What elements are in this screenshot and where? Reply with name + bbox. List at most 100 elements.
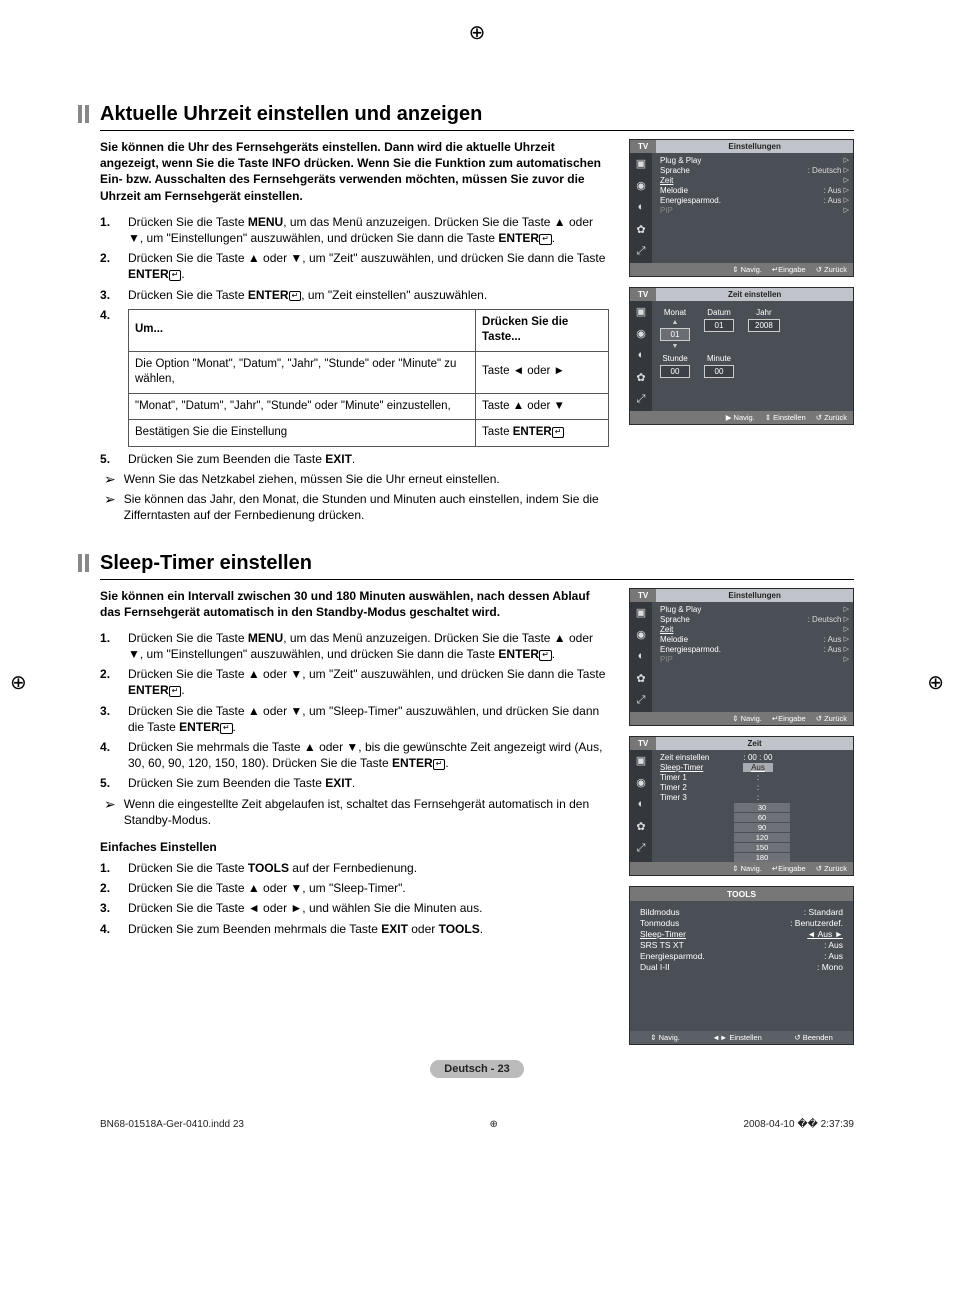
input-icon: ⤢ [637,694,646,708]
osd-icon-column: ▣ ◉ ◐ ✿ ⤢ [630,153,652,263]
date-row: Monat▲01▼Datum01Jahr2008 [660,308,849,350]
osd-footer: ⇕ Navig.↵Eingabe↺ Zurück [630,862,853,875]
osd-main: Zeit einstellen: 00 : 00Sleep-TimerAusTi… [652,750,853,862]
step-3: Drücken Sie die Taste ▲ oder ▼, um "Slee… [100,703,609,735]
osd-main: Monat▲01▼Datum01Jahr2008 Stunde00Minute0… [652,301,853,411]
section-1-intro: Sie können die Uhr des Fernsehgeräts ein… [100,139,609,204]
section-1-text: Sie können die Uhr des Fernsehgeräts ein… [100,139,609,524]
channel-icon: ◐ [638,201,645,215]
setup-icon: ✿ [636,223,645,237]
crop-mark-bottom: ⊕ [490,1119,498,1130]
sound-icon: ◉ [636,628,646,642]
osd-tab-tv: TV [630,288,656,301]
note-1: ➢Wenn die eingestellte Zeit abgelaufen i… [100,796,609,828]
td: Taste ◄ oder ► [476,351,609,393]
step-4: Um...Drücken Sie die Taste... Die Option… [100,307,609,447]
osd-footer: ⇕ Navig.↵Eingabe↺ Zurück [630,712,853,725]
substep-1: Drücken Sie die Taste TOOLS auf der Fern… [100,860,609,876]
osd-icon-column: ▣ ◉ ◐ ✿ ⤢ [630,602,652,712]
osd-icon-column: ▣◉◐✿⤢ [630,750,652,862]
page: Aktuelle Uhrzeit einstellen und anzeigen… [0,0,954,1170]
setup-icon: ✿ [636,820,645,834]
td: Bestätigen Sie die Einstellung [129,420,476,447]
heading-bars [78,554,89,572]
step-1: Drücken Sie die Taste MENU, um das Menü … [100,214,609,246]
section-1-title: Aktuelle Uhrzeit einstellen und anzeigen [100,103,854,131]
substep-3: Drücken Sie die Taste ◄ oder ►, und wähl… [100,900,609,916]
instruction-table: Um...Drücken Sie die Taste... Die Option… [128,309,609,447]
osd-tab-tv: TV [630,140,656,153]
step-1: Drücken Sie die Taste MENU, um das Menü … [100,630,609,662]
note-arrow-icon: ➢ [104,472,116,487]
heading-bars [78,105,89,123]
step-5: Drücken Sie zum Beenden die Taste EXIT. [100,451,609,467]
osd-tab-tv: TV [630,589,656,602]
tools-body: Bildmodus: StandardTonmodus: Benutzerdef… [630,901,853,1031]
osd-title: Einstellungen [656,140,853,153]
picture-icon: ▣ [636,157,646,171]
picture-icon: ▣ [636,606,646,620]
section-2-title: Sleep-Timer einstellen [100,552,854,580]
channel-icon: ◐ [638,349,645,363]
section-1-heading-wrap: Aktuelle Uhrzeit einstellen und anzeigen [100,103,854,131]
section-1-screens: TVEinstellungen ▣◉◐✿⤢ Plug & Play ▷Sprac… [629,139,854,435]
tools-footer: ⇕ Navig.◄► Einstellen↺ Beenden [630,1031,853,1044]
section-1: Sie können die Uhr des Fernsehgeräts ein… [100,139,854,524]
footer-right: 2008-04-10 �� 2:37:39 [743,1119,854,1130]
section-2-heading-wrap: Sleep-Timer einstellen [100,552,854,580]
step-5: Drücken Sie zum Beenden die Taste EXIT. [100,775,609,791]
td: "Monat", "Datum", "Jahr", "Stunde" oder … [129,393,476,420]
osd-tab-tv: TV [630,737,656,750]
osd-tools: TOOLS Bildmodus: StandardTonmodus: Benut… [629,886,854,1045]
osd-main: Plug & Play ▷Sprache: Deutsch ▷Zeit ▷Mel… [652,602,853,712]
th-1: Um... [129,309,476,351]
osd-title: Zeit [656,737,853,750]
section-2-screens: TVEinstellungen ▣◉◐✿⤢ Plug & Play ▷Sprac… [629,588,854,1045]
step-3: Drücken Sie die Taste ENTER↵, um "Zeit e… [100,287,609,303]
th-2: Drücken Sie die Taste... [476,309,609,351]
sound-icon: ◉ [636,776,646,790]
sound-icon: ◉ [636,327,646,341]
section-2-text: Sie können ein Intervall zwischen 30 und… [100,588,609,941]
osd-zeit-einstellen: TVZeit einstellen ▣ ◉ ◐ ✿ ⤢ Monat▲01▼Datum01… [629,287,854,425]
note-1: ➢Wenn Sie das Netzkabel ziehen, müssen S… [100,471,609,487]
section-2-intro: Sie können ein Intervall zwischen 30 und… [100,588,609,620]
print-footer: BN68-01518A-Ger-0410.indd 23 ⊕ 2008-04-1… [100,1119,854,1130]
section-2-substeps: Drücken Sie die Taste TOOLS auf der Fern… [100,860,609,937]
sound-icon: ◉ [636,179,646,193]
tools-title: TOOLS [630,887,853,901]
osd-zeit: TVZeit ▣◉◐✿⤢ Zeit einstellen: 00 : 00Sle… [629,736,854,876]
osd-icon-column: ▣ ◉ ◐ ✿ ⤢ [630,301,652,411]
note-2: ➢Sie können das Jahr, den Monat, die Stu… [100,491,609,523]
time-row: Stunde00Minute00 [660,354,849,378]
page-number: Deutsch - 23 [100,1061,854,1075]
osd-main: Plug & Play ▷Sprache: Deutsch ▷Zeit ▷Mel… [652,153,853,263]
setup-icon: ✿ [636,672,645,686]
footer-left: BN68-01518A-Ger-0410.indd 23 [100,1119,244,1130]
osd-footer: ▶ Navig.⇕ Einstellen↺ Zurück [630,411,853,424]
channel-icon: ◐ [638,798,645,812]
setup-icon: ✿ [636,371,645,385]
input-icon: ⤢ [637,842,646,856]
step-4: Drücken Sie mehrmals die Taste ▲ oder ▼,… [100,739,609,771]
input-icon: ⤢ [637,393,646,407]
subheading-einfach: Einfaches Einstellen [100,840,609,854]
section-1-steps: Drücken Sie die Taste MENU, um das Menü … [100,214,609,467]
channel-icon: ◐ [638,650,645,664]
osd-settings: TVEinstellungen ▣ ◉ ◐ ✿ ⤢ Plug & Play ▷Sprac… [629,139,854,277]
substep-2: Drücken Sie die Taste ▲ oder ▼, um "Slee… [100,880,609,896]
note-arrow-icon: ➢ [104,797,116,828]
td: Taste ▲ oder ▼ [476,393,609,420]
substep-4: Drücken Sie zum Beenden mehrmals die Tas… [100,921,609,937]
input-icon: ⤢ [637,245,646,259]
td: Taste ENTER↵ [476,420,609,447]
picture-icon: ▣ [636,305,646,319]
step-2: Drücken Sie die Taste ▲ oder ▼, um "Zeit… [100,666,609,698]
step-2: Drücken Sie die Taste ▲ oder ▼, um "Zeit… [100,250,609,282]
note-arrow-icon: ➢ [104,492,116,523]
td: Die Option "Monat", "Datum", "Jahr", "St… [129,351,476,393]
osd-title: Einstellungen [656,589,853,602]
osd-title: Zeit einstellen [656,288,853,301]
section-2-steps: Drücken Sie die Taste MENU, um das Menü … [100,630,609,792]
osd-footer: ⇕ Navig.↵Eingabe↺ Zurück [630,263,853,276]
